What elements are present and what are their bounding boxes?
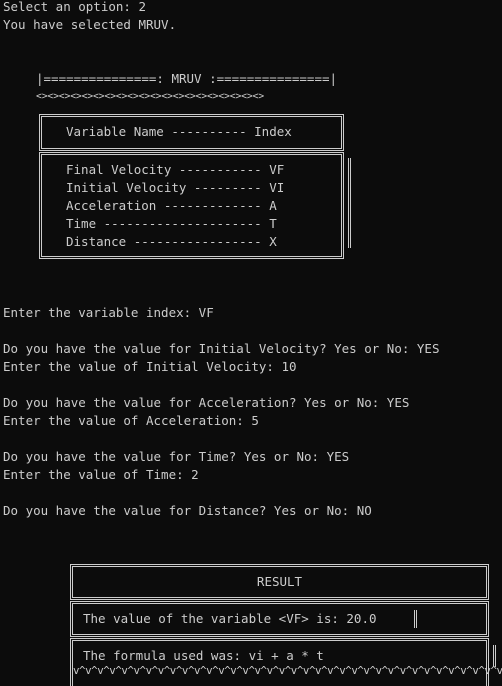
result-formula-box: The formula used was: vi + a * t v^v^v^v… <box>70 638 502 686</box>
question-initial-velocity: Do you have the value for Initial Veloci… <box>3 341 440 356</box>
result-title-box: RESULT <box>70 564 489 600</box>
selected-message-line: You have selected MRUV. <box>3 17 177 32</box>
result-value-line: The value of the variable <VF> is: 20.0 <box>83 611 377 626</box>
option-prompt-line: Select an option: 2 <box>3 0 146 14</box>
result-right-bar <box>493 645 496 667</box>
value-time: Enter the value of Time: 2 <box>3 467 199 482</box>
variable-row-distance: Distance ----------------- X <box>66 234 277 249</box>
question-acceleration: Do you have the value for Acceleration? … <box>3 395 410 410</box>
variable-row-time: Time --------------------- T <box>66 216 277 231</box>
variable-table-right-bar <box>348 158 351 248</box>
variable-row-final-velocity: Final Velocity ----------- VF <box>66 162 285 177</box>
text-cursor <box>414 610 417 628</box>
question-distance: Do you have the value for Distance? Yes … <box>3 503 372 518</box>
variable-row-initial-velocity: Initial Velocity --------- VI <box>66 180 285 195</box>
variable-row-acceleration: Acceleration ------------- A <box>66 198 277 213</box>
question-time: Do you have the value for Time? Yes or N… <box>3 449 350 464</box>
result-title: RESULT <box>256 574 303 589</box>
value-acceleration: Enter the value of Acceleration: 5 <box>3 413 259 428</box>
result-value-box: The value of the variable <VF> is: 20.0 <box>70 601 489 637</box>
variable-table-header: Variable Name ---------- Index <box>66 124 292 139</box>
index-prompt-line: Enter the variable index: VF <box>3 305 214 320</box>
value-initial-velocity: Enter the value of Initial Velocity: 10 <box>3 359 297 374</box>
result-formula-decor: v^v^v^v^v^v^v^v^v^v^v^v^v^v^v^v^v^v^v^v^… <box>73 664 502 677</box>
mruv-banner-decor: <><><><><><><><><><><><><><><><><><><><> <box>36 91 264 102</box>
result-formula-line: The formula used was: vi + a * t <box>83 648 324 663</box>
variable-table-header-box: Variable Name ---------- Index <box>39 114 344 151</box>
variable-table-body-box: Final Velocity ----------- VF Initial Ve… <box>39 152 344 259</box>
mruv-banner-header: |===============: MRUV :===============| <box>36 71 338 86</box>
